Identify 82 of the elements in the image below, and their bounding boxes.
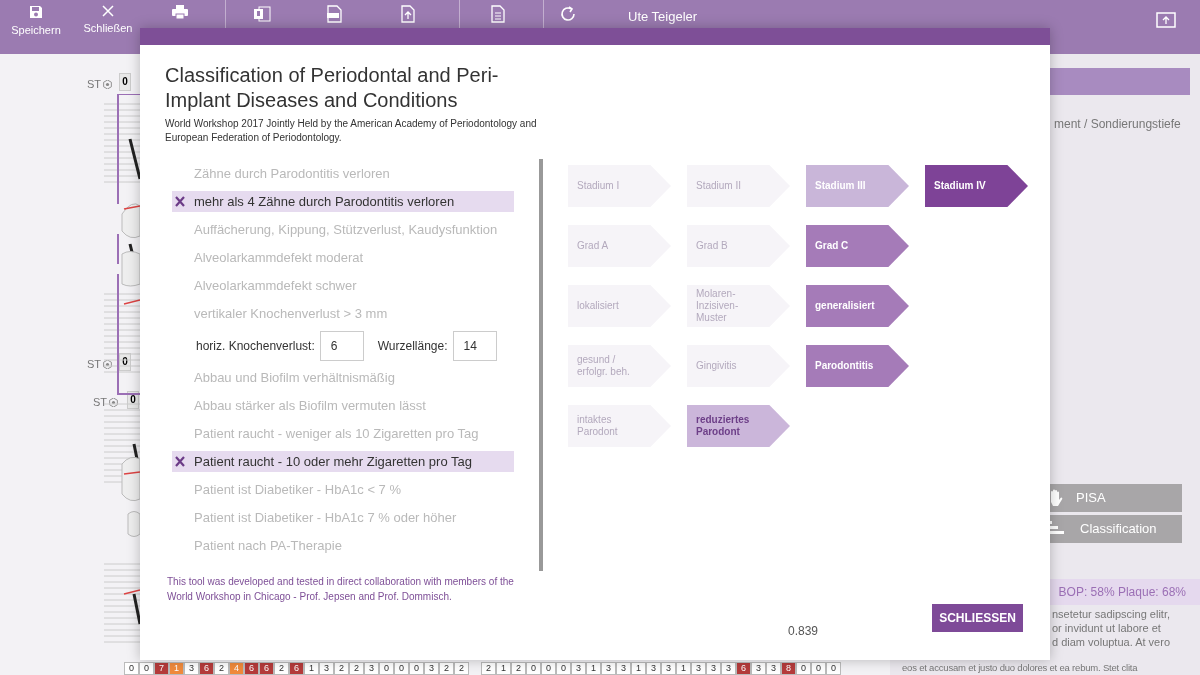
toolbar-button[interactable]: Schließen	[72, 0, 144, 46]
value-cell[interactable]: 3	[646, 662, 661, 675]
value-cell[interactable]: 2	[439, 662, 454, 675]
value-cell[interactable]: 0	[811, 662, 826, 675]
field-label: horiz. Knochenverlust:	[196, 338, 315, 355]
value-cell[interactable]: 0	[119, 73, 131, 91]
value-cell[interactable]: 3	[319, 662, 334, 675]
close-icon	[102, 5, 114, 17]
value-cell[interactable]: 6	[736, 662, 751, 675]
value-cell[interactable]: 2	[334, 662, 349, 675]
value-cell[interactable]: 1	[586, 662, 601, 675]
st-label: ST	[93, 395, 108, 410]
gear-icon[interactable]	[109, 397, 119, 407]
value-cell[interactable]: 2	[214, 662, 229, 675]
value-cell[interactable]: 0	[139, 662, 154, 675]
value-cell[interactable]: 0	[394, 662, 409, 675]
st-label: ST	[87, 77, 102, 92]
check-mark-icon	[175, 456, 186, 467]
value-cell[interactable]: 0	[541, 662, 556, 675]
dialog-title: Classification of Periodontal and Peri-Implant Diseases and Conditions	[165, 63, 500, 113]
value-cell[interactable]: 0	[826, 662, 841, 675]
value-cell[interactable]: 1	[304, 662, 319, 675]
body-text-line: or invidunt ut labore et	[1052, 622, 1161, 635]
value-cell[interactable]: 2	[511, 662, 526, 675]
value-cell[interactable]: 0	[409, 662, 424, 675]
upload-file-icon	[401, 5, 415, 23]
print-icon	[172, 5, 188, 19]
value-cell[interactable]: 3	[571, 662, 586, 675]
save-icon	[29, 5, 43, 19]
refresh-icon	[559, 5, 577, 23]
patient-name: Ute Teigeler	[628, 8, 698, 26]
footnote-text: This tool was developed and tested in direct collaboration with members of the World Workshop in Chicago - Prof. Jepsen and Prof. Dommisch.	[167, 575, 515, 604]
value-cell[interactable]: 0	[124, 662, 139, 675]
toolbar-button[interactable]: Speichern	[0, 0, 72, 46]
value-cell[interactable]: 6	[289, 662, 304, 675]
dialog-subtitle: World Workshop 2017 Jointly Held by the American Academy of Periodontology and European Federation of Periodontology.	[165, 117, 537, 145]
value-cell[interactable]: 3	[424, 662, 439, 675]
value-cell[interactable]: 3	[691, 662, 706, 675]
value-cell[interactable]: 3	[751, 662, 766, 675]
window-icon[interactable]	[1156, 12, 1176, 28]
gear-icon[interactable]	[103, 79, 113, 89]
check-mark-icon	[175, 196, 186, 207]
body-text-line: eos et accusam et justo duo dolores et ea rebum. Stet clita	[902, 661, 1138, 674]
input-field[interactable]: 14	[452, 331, 497, 361]
value-cell[interactable]: 0	[526, 662, 541, 675]
value-cell[interactable]: 3	[616, 662, 631, 675]
value-cell[interactable]: 2	[454, 662, 469, 675]
value-cell[interactable]: 1	[676, 662, 691, 675]
value-cell[interactable]: 6	[259, 662, 274, 675]
input-field[interactable]: 6	[319, 331, 364, 361]
value-cell[interactable]: 1	[496, 662, 511, 675]
value-cell[interactable]: 1	[631, 662, 646, 675]
pdf-file-icon	[326, 5, 342, 23]
value-cell[interactable]: 0	[796, 662, 811, 675]
value-cell[interactable]: 2	[349, 662, 364, 675]
value-cell[interactable]: 2	[481, 662, 496, 675]
value-cell[interactable]: 3	[661, 662, 676, 675]
body-text-line: nsetetur sadipscing elitr,	[1052, 608, 1170, 621]
value-cell[interactable]: 3	[766, 662, 781, 675]
criterion-item[interactable]: Patient raucht - 10 oder mehr Zigaretten pro Tag	[172, 451, 514, 472]
value-cell[interactable]: 3	[364, 662, 379, 675]
criterion-item[interactable]: mehr als 4 Zähne durch Parodontitis verloren	[172, 191, 514, 212]
value-cell[interactable]: 3	[601, 662, 616, 675]
value-cell[interactable]: 3	[721, 662, 736, 675]
value-cell[interactable]: 0	[556, 662, 571, 675]
value-cell[interactable]: 2	[274, 662, 289, 675]
st-label: ST	[87, 357, 102, 372]
value-cell[interactable]: 0	[379, 662, 394, 675]
presentation-file-icon	[253, 5, 271, 23]
gear-icon[interactable]	[103, 359, 113, 369]
score-value: 0.839	[788, 623, 819, 640]
value-cell[interactable]: 7	[154, 662, 169, 675]
body-text-line: d diam voluptua. At vero	[1052, 636, 1170, 649]
panel-heading: ment / Sondierungstiefe	[1054, 116, 1181, 133]
value-cell[interactable]: 8	[781, 662, 796, 675]
value-cell[interactable]: 3	[706, 662, 721, 675]
document-icon	[491, 5, 505, 23]
value-cell[interactable]: 6	[199, 662, 214, 675]
field-label: Wurzellänge:	[377, 338, 448, 355]
value-cell[interactable]: 3	[184, 662, 199, 675]
close-button[interactable]: SCHLIESSEN	[932, 604, 1023, 632]
value-cell[interactable]: 6	[244, 662, 259, 675]
